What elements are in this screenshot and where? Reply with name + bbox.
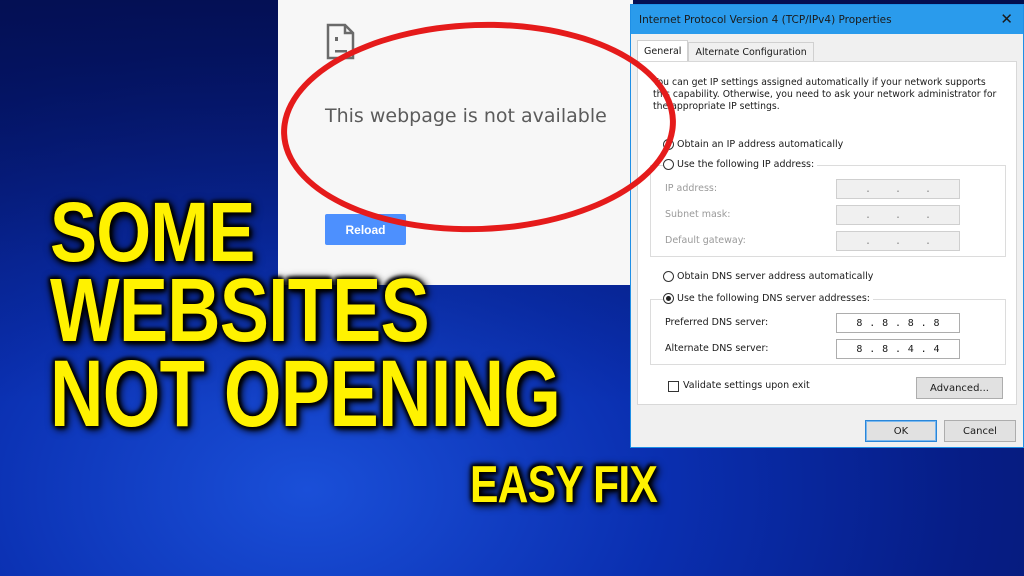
radio-label: Obtain an IP address automatically	[677, 139, 844, 150]
octet-separator: .	[894, 343, 901, 355]
radio-use-following-ip[interactable]: Use the following IP address:	[663, 159, 818, 170]
octet: 8	[907, 317, 914, 329]
octet-separator: .	[869, 317, 876, 329]
radio-label: Use the following IP address:	[677, 159, 815, 170]
octet-separator: .	[894, 317, 901, 329]
headline-subtitle: EASY FIX	[470, 456, 658, 514]
radio-label: Use the following DNS server addresses:	[677, 293, 870, 304]
browser-error-page: This webpage is not available Reload	[278, 0, 633, 285]
octet: 8	[882, 317, 889, 329]
default-gateway-input[interactable]: ...	[836, 231, 960, 251]
subnet-mask-label: Subnet mask:	[665, 209, 731, 220]
reload-button[interactable]: Reload	[325, 214, 406, 245]
close-icon[interactable]: ✕	[1000, 10, 1013, 28]
dialog-title: Internet Protocol Version 4 (TCP/IPv4) P…	[639, 13, 892, 26]
radio-button[interactable]	[663, 159, 674, 170]
default-gateway-label: Default gateway:	[665, 235, 746, 246]
octet-separator: .	[869, 343, 876, 355]
radio-obtain-ip-auto[interactable]: Obtain an IP address automatically	[663, 139, 843, 150]
octet: 8	[856, 343, 863, 355]
ok-button[interactable]: OK	[865, 420, 937, 442]
validate-settings-label: Validate settings upon exit	[683, 380, 810, 391]
radio-obtain-dns-auto[interactable]: Obtain DNS server address automatically	[663, 271, 873, 282]
radio-button[interactable]	[663, 293, 674, 304]
octet: 8	[882, 343, 889, 355]
tab-alternate-configuration[interactable]: Alternate Configuration	[688, 42, 814, 61]
alternate-dns-input[interactable]: 8 . 8 . 4 . 4	[836, 339, 960, 359]
octet: 8	[856, 317, 863, 329]
alternate-dns-label: Alternate DNS server:	[665, 343, 769, 354]
radio-label: Obtain DNS server address automatically	[677, 271, 874, 282]
tab-general[interactable]: General	[637, 40, 689, 61]
octet: 8	[933, 317, 940, 329]
preferred-dns-label: Preferred DNS server:	[665, 317, 769, 328]
cancel-button[interactable]: Cancel	[944, 420, 1016, 442]
octet-separator: .	[920, 343, 927, 355]
radio-button[interactable]	[663, 271, 674, 282]
headline-line-3: NOT OPENING	[50, 341, 561, 447]
validate-settings-checkbox[interactable]	[668, 381, 679, 392]
preferred-dns-input[interactable]: 8 . 8 . 8 . 8	[836, 313, 960, 333]
general-tab-panel: You can get IP settings assigned automat…	[637, 61, 1017, 405]
dialog-tabs: General Alternate Configuration	[637, 40, 814, 61]
radio-button[interactable]	[663, 139, 674, 150]
advanced-button[interactable]: Advanced...	[916, 377, 1003, 399]
octet-separator: .	[920, 317, 927, 329]
octet: 4	[907, 343, 914, 355]
dialog-title-bar[interactable]: Internet Protocol Version 4 (TCP/IPv4) P…	[631, 5, 1023, 34]
sad-document-icon	[326, 23, 355, 60]
ip-address-input[interactable]: ...	[836, 179, 960, 199]
error-message: This webpage is not available	[325, 105, 607, 127]
subnet-mask-input[interactable]: ...	[836, 205, 960, 225]
description-text: You can get IP settings assigned automat…	[653, 77, 997, 112]
ip-address-label: IP address:	[665, 183, 718, 194]
radio-use-following-dns[interactable]: Use the following DNS server addresses:	[663, 293, 873, 304]
ipv4-properties-dialog: Internet Protocol Version 4 (TCP/IPv4) P…	[630, 4, 1024, 448]
octet: 4	[933, 343, 940, 355]
